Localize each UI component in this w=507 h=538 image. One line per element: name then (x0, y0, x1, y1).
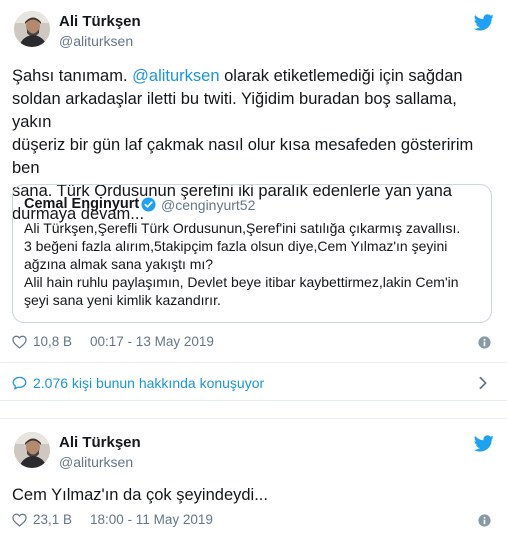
author-avatar[interactable] (14, 11, 50, 47)
mention-link[interactable]: @aliturksen (132, 67, 219, 85)
author-avatar[interactable] (14, 432, 50, 468)
heart-icon[interactable] (12, 335, 27, 349)
author-name[interactable]: Ali Türkşen (59, 13, 141, 30)
divider (0, 418, 507, 419)
tweet-text-segment: Şahsı tanımam. (12, 67, 133, 85)
divider (0, 400, 507, 401)
tweet-text-line: Şahsı tanımam. @aliturksen olarak etiket… (12, 65, 498, 88)
info-icon[interactable] (478, 336, 491, 349)
quoted-text-line: Alil hain ruhlu paylaşımın, Devlet beye … (24, 274, 459, 290)
twitter-bird-icon[interactable] (474, 14, 494, 31)
verified-badge-icon (141, 197, 156, 212)
heart-icon[interactable] (12, 513, 27, 527)
tweet-timestamp[interactable]: 18:00 - 11 May 2019 (90, 512, 213, 527)
quoted-tweet-text: Ali Türkşen,Şerefli Türk Ordusunun,Şeref… (24, 219, 484, 309)
divider (0, 362, 507, 363)
quoted-author-name: Cemal Enginyurt (24, 196, 140, 212)
quoted-tweet[interactable]: Cemal Enginyurt @cenginyurt52 Ali Türkşe… (12, 184, 492, 323)
info-icon[interactable] (478, 514, 491, 527)
avatar-image (14, 11, 50, 47)
conversation-link-label: 2.076 kişi bunun hakkında konuşuyor (33, 375, 265, 391)
tweet-text-segment: olarak etiketlemediği için sağdan (219, 67, 463, 85)
like-count[interactable]: 23,1 B (33, 512, 72, 527)
quoted-text-line: Ali Türkşen,Şerefli Türk Ordusunun,Şeref… (24, 220, 461, 236)
tweet-text-line: soldan arkadaşlar iletti bu twiti. Yiğid… (12, 90, 457, 131)
tweet-text-line: düşeriz bir gün laf çakmak nasıl olur kı… (12, 136, 474, 177)
twitter-bird-icon[interactable] (474, 435, 494, 452)
tweet-text: Cem Yılmaz'ın da çok şeyindeydi... (12, 486, 268, 504)
tweet-meta: 23,1 B 18:00 - 11 May 2019 (12, 512, 213, 527)
conversation-link[interactable]: 2.076 kişi bunun hakkında konuşuyor (12, 375, 264, 391)
quoted-text-line: ağzına almak sana yakıştı mı? (24, 256, 214, 272)
tweet-timestamp[interactable]: 00:17 - 13 May 2019 (90, 334, 214, 349)
author-handle[interactable]: @aliturksen (59, 33, 133, 49)
speech-bubble-icon (12, 376, 27, 390)
avatar-image (14, 432, 50, 468)
author-handle[interactable]: @aliturksen (59, 454, 133, 470)
tweet-meta: 10,8 B 00:17 - 13 May 2019 (12, 334, 214, 349)
quoted-text-line: şeyi sana yeni kimlik kazandırır. (24, 292, 221, 308)
quoted-author-handle: @cenginyurt52 (161, 197, 256, 213)
like-count[interactable]: 10,8 B (33, 334, 72, 349)
quoted-text-line: 3 beğeni fazla alırım,5takipçim fazla ol… (24, 238, 448, 254)
author-name[interactable]: Ali Türkşen (59, 434, 141, 451)
chevron-right-icon[interactable] (478, 376, 488, 390)
